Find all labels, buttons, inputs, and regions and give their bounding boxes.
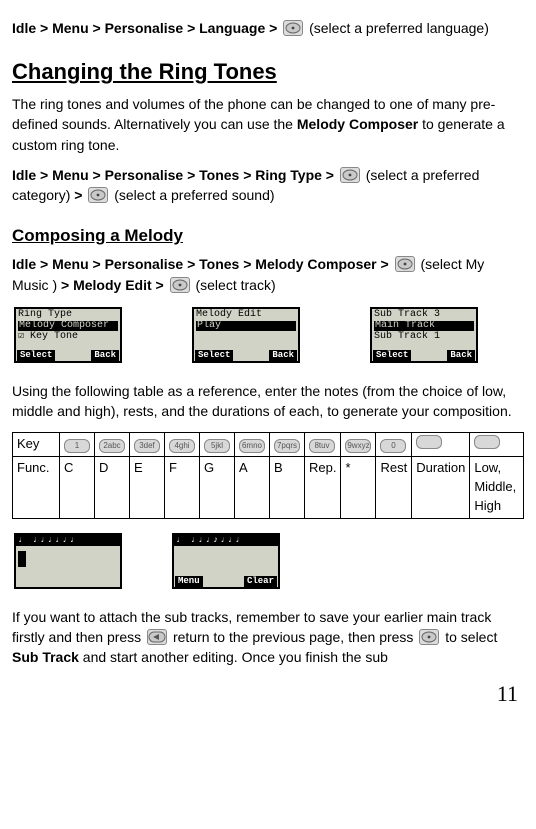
lcd-screen: Ring TypeMelody Composer☑ Key ToneSelect… — [14, 307, 122, 363]
phone-key-icon: 9wxyz — [345, 439, 371, 453]
back-key-icon — [147, 629, 167, 645]
navkey-icon — [340, 167, 360, 183]
screens-row-1: Ring TypeMelody Composer☑ Key ToneSelect… — [12, 307, 524, 363]
phone-key-icon: 8tuv — [309, 439, 335, 453]
phone-key-icon: 2abc — [99, 439, 125, 453]
screens-row-2: ♩ ♩♩♩♩♩♩ ♩ ♩♩♩♪♩♩♩MenuClear — [12, 533, 524, 589]
nav1-suffix: (select a preferred language) — [309, 20, 489, 36]
phone-key-icon: 1 — [64, 439, 90, 453]
lcd-screen: Melody EditPlaySelectBack — [192, 307, 300, 363]
phone-key-icon: 7pqrs — [274, 439, 300, 453]
heading-ring-tones: Changing the Ring Tones — [12, 56, 524, 88]
table-intro: Using the following table as a reference… — [12, 381, 524, 422]
key-function-table: Key12abc3def4ghi5jkl6mno7pqrs8tuv9wxyz0 … — [12, 432, 524, 519]
navkey-icon — [88, 187, 108, 203]
lcd-screen: ♩ ♩♩♩♪♩♩♩MenuClear — [172, 533, 280, 589]
phone-key-icon: 6mno — [239, 439, 265, 453]
navkey-icon — [283, 20, 303, 36]
nav1-prefix: Idle > Menu > Personalise > Language > — [12, 20, 281, 36]
lcd-screen: ♩ ♩♩♩♩♩♩ — [14, 533, 122, 589]
page-number: 11 — [12, 678, 524, 710]
navkey-icon — [170, 277, 190, 293]
lcd-screen: Sub Track 3Main TrackSub Track 1SelectBa… — [370, 307, 478, 363]
breadcrumb-melody-composer: Idle > Menu > Personalise > Tones > Melo… — [12, 254, 524, 295]
breadcrumb-language: Idle > Menu > Personalise > Language > (… — [12, 18, 524, 38]
phone-key-icon — [474, 435, 500, 449]
subtrack-paragraph: If you want to attach the sub tracks, re… — [12, 607, 524, 668]
intro-paragraph: The ring tones and volumes of the phone … — [12, 94, 524, 155]
navkey-icon — [395, 256, 415, 272]
phone-key-icon: 4ghi — [169, 439, 195, 453]
phone-key-icon: 3def — [134, 439, 160, 453]
phone-key-icon — [416, 435, 442, 449]
navkey-icon — [419, 629, 439, 645]
phone-key-icon: 5jkl — [204, 439, 230, 453]
phone-key-icon: 0 — [380, 439, 406, 453]
breadcrumb-ring-type: Idle > Menu > Personalise > Tones > Ring… — [12, 165, 524, 206]
heading-composing-melody: Composing a Melody — [12, 224, 524, 249]
